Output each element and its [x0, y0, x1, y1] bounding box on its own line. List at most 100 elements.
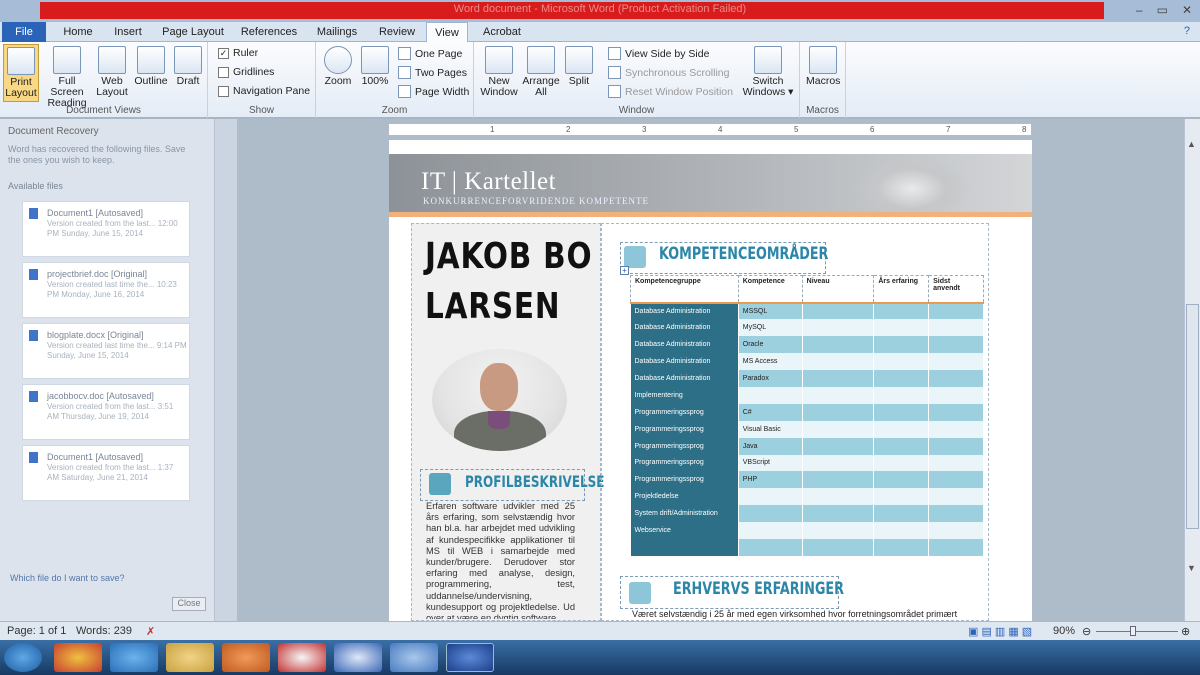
table-cell[interactable] — [738, 386, 803, 404]
tab-home[interactable]: Home — [56, 22, 100, 42]
table-cell[interactable] — [802, 420, 875, 438]
table-cell[interactable]: Implementering — [630, 386, 739, 404]
table-row[interactable]: Database Administration Oracle — [630, 336, 984, 354]
explorer-taskbar-icon[interactable] — [166, 643, 214, 672]
close-button[interactable]: ✕ — [1182, 3, 1192, 17]
help-icon[interactable]: ? — [1184, 25, 1190, 37]
table-row[interactable]: Database Administration Paradox — [630, 370, 984, 387]
zoom-100-button[interactable]: 100% — [358, 44, 392, 87]
web-layout-button[interactable]: Web Layout — [94, 44, 130, 98]
table-cell[interactable] — [928, 471, 984, 489]
one-page-button[interactable]: One Page — [398, 47, 462, 60]
table-move-handle[interactable]: + — [620, 266, 629, 275]
table-cell[interactable] — [873, 336, 930, 354]
outline-button[interactable]: Outline — [132, 44, 170, 87]
tab-mailings[interactable]: Mailings — [310, 22, 364, 42]
table-cell[interactable] — [873, 302, 930, 320]
arrange-all-button[interactable]: Arrange All — [522, 44, 560, 98]
table-cell[interactable]: VBScript — [738, 454, 803, 472]
table-cell[interactable] — [928, 437, 984, 455]
view-buttons-icon[interactable]: ▣ ▤ ▥ ▦ ▧ — [968, 625, 1032, 638]
tab-view[interactable]: View — [426, 22, 468, 43]
table-cell[interactable] — [873, 471, 930, 489]
table-cell[interactable]: Webservice — [630, 522, 739, 539]
tab-review[interactable]: Review — [372, 22, 422, 42]
tab-insert[interactable]: Insert — [106, 22, 150, 42]
proofing-icon[interactable]: ✗ — [146, 625, 155, 638]
table-cell[interactable]: Programmeringssprog — [630, 454, 739, 472]
table-cell[interactable]: MS Access — [738, 353, 803, 371]
print-layout-button[interactable]: Print Layout — [3, 44, 39, 102]
scroll-down-arrow-icon[interactable]: ▼ — [1187, 563, 1196, 573]
gridlines-checkbox[interactable]: Gridlines — [218, 66, 274, 78]
table-cell[interactable]: Projektledelse — [630, 488, 739, 506]
table-cell[interactable] — [873, 353, 930, 371]
recovery-close-button[interactable]: Close — [172, 597, 206, 611]
maximize-button[interactable]: ▭ — [1157, 3, 1168, 17]
recovered-file-item[interactable]: blogplate.docx [Original] Version created… — [22, 323, 190, 379]
page-count[interactable]: Page: 1 of 1 — [7, 625, 66, 637]
table-cell[interactable] — [802, 319, 875, 337]
which-file-link[interactable]: Which file do I want to save? — [10, 573, 125, 583]
table-cell[interactable] — [928, 403, 984, 421]
macros-button[interactable]: Macros — [806, 44, 840, 87]
table-cell[interactable] — [802, 386, 875, 404]
tab-acrobat[interactable]: Acrobat — [476, 22, 528, 42]
table-cell[interactable] — [802, 403, 875, 421]
outlook-taskbar-icon[interactable] — [334, 643, 382, 672]
recovered-file-item[interactable]: Document1 [Autosaved] Version created fro… — [22, 201, 190, 257]
table-cell[interactable] — [928, 454, 984, 472]
zoom-out-icon[interactable]: ⊖ — [1082, 625, 1091, 638]
table-cell[interactable]: Database Administration — [630, 302, 739, 320]
table-cell[interactable] — [738, 522, 803, 539]
table-cell[interactable] — [928, 319, 984, 337]
ie-taskbar-icon[interactable] — [110, 643, 158, 672]
table-cell[interactable] — [738, 505, 803, 523]
chrome-taskbar-icon[interactable] — [54, 643, 102, 672]
table-cell[interactable] — [873, 505, 930, 523]
table-row[interactable]: Webservice — [630, 522, 984, 539]
table-row[interactable]: System drift/Administration — [630, 505, 984, 523]
navigation-pane-checkbox[interactable]: Navigation Pane — [218, 85, 310, 97]
table-cell[interactable]: Database Administration — [630, 353, 739, 371]
table-cell[interactable]: MySQL — [738, 319, 803, 337]
horizontal-ruler[interactable]: 1 2 3 4 5 6 7 8 — [388, 123, 1032, 136]
table-row[interactable]: Database Administration MS Access — [630, 353, 984, 371]
table-cell[interactable] — [928, 522, 984, 539]
zoom-slider[interactable] — [1096, 631, 1178, 632]
table-row[interactable]: Database Administration MySQL — [630, 319, 984, 337]
table-cell[interactable] — [928, 302, 984, 320]
vertical-scrollbar[interactable]: ▲ ▼ — [1184, 119, 1200, 621]
tab-references[interactable]: References — [236, 22, 302, 42]
table-cell[interactable] — [802, 488, 875, 506]
recovered-file-item[interactable]: jacobbocv.doc [Autosaved] Version created… — [22, 384, 190, 440]
table-cell[interactable] — [873, 403, 930, 421]
table-cell[interactable]: Paradox — [738, 370, 803, 387]
table-row[interactable]: Programmeringssprog Visual Basic — [630, 420, 984, 438]
table-cell[interactable]: Programmeringssprog — [630, 420, 739, 438]
app-taskbar-icon[interactable] — [390, 643, 438, 672]
table-cell[interactable] — [802, 505, 875, 523]
table-cell[interactable] — [928, 488, 984, 506]
tab-page-layout[interactable]: Page Layout — [158, 22, 228, 42]
split-button[interactable]: Split — [564, 44, 594, 87]
new-window-button[interactable]: New Window — [478, 44, 520, 98]
scrollbar-thumb[interactable] — [1186, 304, 1199, 529]
table-cell[interactable] — [873, 437, 930, 455]
table-cell[interactable] — [802, 454, 875, 472]
document-page[interactable]: IT | Kartellet KONKURRENCEFORVRIDENDE KO… — [389, 140, 1032, 621]
table-cell[interactable] — [873, 538, 930, 556]
table-row[interactable] — [630, 538, 984, 556]
table-cell[interactable] — [873, 454, 930, 472]
zoom-button[interactable]: Zoom — [322, 44, 354, 87]
table-cell[interactable]: PHP — [738, 471, 803, 489]
table-cell[interactable] — [873, 488, 930, 506]
word-taskbar-icon[interactable] — [446, 643, 494, 672]
full-screen-reading-button[interactable]: Full Screen Reading — [42, 44, 92, 109]
minimize-button[interactable]: – — [1136, 3, 1143, 17]
media-taskbar-icon[interactable] — [222, 643, 270, 672]
switch-windows-button[interactable]: Switch Windows ▾ — [740, 44, 796, 98]
table-row[interactable]: Programmeringssprog Java — [630, 437, 984, 455]
table-cell[interactable] — [738, 538, 803, 556]
recovered-file-item[interactable]: Document1 [Autosaved] Version created fro… — [22, 445, 190, 501]
